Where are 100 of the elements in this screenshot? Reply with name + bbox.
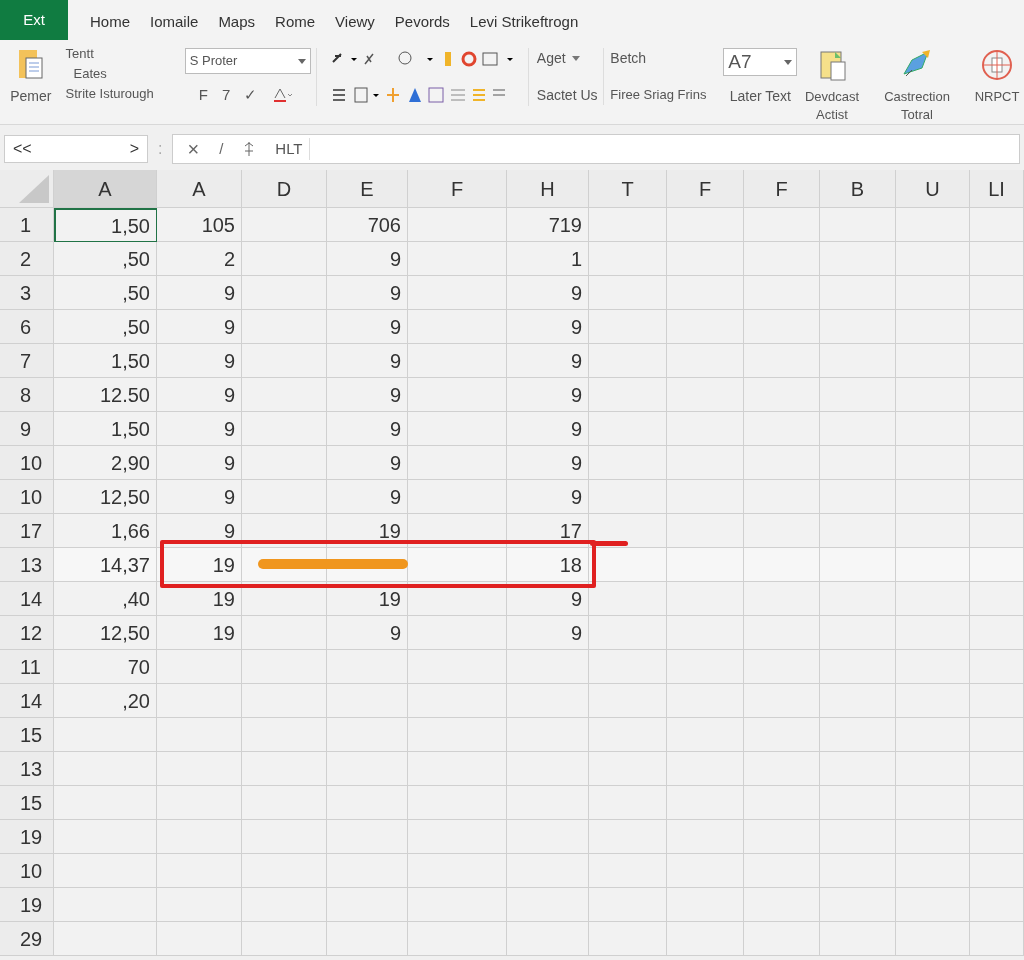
ribbon-button[interactable]: Devdcast Actist	[800, 48, 864, 124]
column-header[interactable]: LI	[970, 170, 1024, 208]
ribbon-tab[interactable]: Home	[90, 11, 130, 34]
table-cell	[970, 276, 1024, 310]
table-cell: 9	[157, 446, 242, 480]
row-header[interactable]: 6	[0, 310, 54, 344]
row-header[interactable]: 29	[0, 922, 54, 956]
column-header[interactable]: B	[820, 170, 896, 208]
row-header[interactable]: 14	[0, 684, 54, 718]
table-cell: ,50	[54, 310, 157, 344]
column-header[interactable]: H	[507, 170, 589, 208]
cell-reference-dropdown[interactable]: A7	[723, 48, 798, 76]
table-cell: 2	[157, 242, 242, 276]
table-cell: 12,50	[54, 616, 157, 650]
table-cell	[970, 344, 1024, 378]
scroll-left-button[interactable]: <<	[13, 137, 32, 161]
table-cell	[970, 242, 1024, 276]
column-header[interactable]: A	[54, 170, 157, 208]
row-header[interactable]: 15	[0, 786, 54, 820]
column-header[interactable]: F	[744, 170, 820, 208]
firee-label[interactable]: Firee Sriag Frins	[610, 85, 721, 105]
ribbon-tab[interactable]: Pevords	[394, 11, 450, 34]
scroll-right-button[interactable]: >	[129, 137, 139, 161]
enter-button[interactable]: /	[219, 137, 224, 161]
clipboard-icon[interactable]	[16, 48, 45, 82]
sactet-label[interactable]: Sactet Us	[536, 85, 604, 106]
clipboard-item[interactable]: Tentt	[61, 44, 177, 64]
function-icon[interactable]	[243, 141, 256, 157]
ribbon-tab[interactable]: Levi Strikeftrogn	[469, 11, 579, 34]
row-header[interactable]: 13	[0, 752, 54, 786]
paste-label[interactable]: Pemer	[10, 86, 52, 107]
aget-label[interactable]: Aget	[536, 48, 566, 69]
ribbon-tab[interactable]: Viewy	[335, 11, 375, 34]
row-header[interactable]: 17	[0, 514, 54, 548]
table-cell: 1,50	[54, 412, 157, 446]
betch-label[interactable]: Betch	[610, 48, 721, 69]
formula-field[interactable]: HLT	[275, 137, 310, 161]
column-header[interactable]: F	[667, 170, 744, 208]
table-cell: 14,37	[54, 548, 157, 582]
later-text-label[interactable]: Later Text	[729, 86, 791, 107]
table-cell	[970, 378, 1024, 412]
row-header[interactable]: 9	[0, 412, 54, 446]
table-cell: 1,50	[54, 344, 157, 378]
ribbon-tab[interactable]: Rome	[275, 11, 316, 34]
table-cell: 9	[157, 412, 242, 446]
table-cell	[970, 616, 1024, 650]
font-button[interactable]: F	[198, 84, 208, 107]
name-box[interactable]: << >	[4, 135, 148, 163]
highlight-stroke	[590, 541, 628, 546]
row-header[interactable]: 8	[0, 378, 54, 412]
ribbon-tab[interactable]: Maps	[218, 11, 256, 34]
column-header[interactable]: E	[327, 170, 408, 208]
row-header[interactable]: 1	[0, 208, 54, 242]
row-header[interactable]: 3	[0, 276, 54, 310]
table-cell: ,20	[54, 684, 157, 718]
column-header[interactable]: D	[242, 170, 327, 208]
table-cell	[970, 310, 1024, 344]
column-header[interactable]: T	[589, 170, 667, 208]
table-cell	[970, 208, 1024, 242]
column-header[interactable]: F	[408, 170, 507, 208]
row-header[interactable]: 13	[0, 548, 54, 582]
cancel-button[interactable]: ×	[187, 134, 200, 164]
table-cell	[970, 820, 1024, 854]
table-cell: 9	[327, 276, 408, 310]
table-cell: ,50	[54, 242, 157, 276]
row-header[interactable]: 10	[0, 854, 54, 888]
row-header[interactable]: 2	[0, 242, 54, 276]
table-cell: 2,90	[54, 446, 157, 480]
clipboard-item[interactable]: Eates	[61, 64, 177, 84]
font-button[interactable]: 7	[221, 84, 231, 107]
row-header[interactable]: 10	[0, 480, 54, 514]
font-button[interactable]: ✓	[244, 84, 258, 107]
ribbon-button[interactable]: NRPCT	[970, 48, 1024, 106]
table-cell: 9	[327, 242, 408, 276]
row-header[interactable]: 7	[0, 344, 54, 378]
font-dropdown[interactable]: S Proter	[184, 48, 311, 74]
row-header[interactable]: 19	[0, 888, 54, 922]
column-header[interactable]: U	[896, 170, 970, 208]
table-cell: 9	[327, 344, 408, 378]
ribbon-button[interactable]: Castrection Totral	[864, 48, 970, 124]
table-cell: 70	[54, 650, 157, 684]
row-header[interactable]: 10	[0, 446, 54, 480]
row-header[interactable]: 12	[0, 616, 54, 650]
table-cell: 12,50	[54, 480, 157, 514]
table-cell: 9	[507, 616, 589, 650]
font-color-icon[interactable]	[271, 86, 294, 105]
ribbon-tab[interactable]: Iomaile	[150, 11, 199, 34]
row-header[interactable]: 19	[0, 820, 54, 854]
table-cell: 9	[507, 582, 589, 616]
column-header[interactable]: A	[157, 170, 242, 208]
table-cell: 9	[507, 412, 589, 446]
row-header[interactable]: 14	[0, 582, 54, 616]
clipboard-item[interactable]: Strite Isturough	[61, 84, 177, 104]
table-cell: 12.50	[54, 378, 157, 412]
caret-icon	[297, 58, 306, 64]
row-header[interactable]: 11	[0, 650, 54, 684]
table-cell: 9	[157, 378, 242, 412]
app-button[interactable]: Ext	[0, 0, 68, 40]
row-header[interactable]: 15	[0, 718, 54, 752]
table-cell: 9	[507, 446, 589, 480]
